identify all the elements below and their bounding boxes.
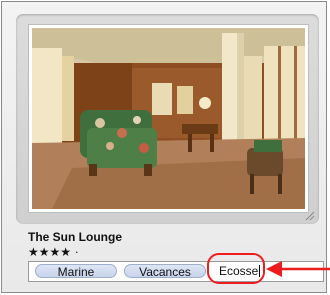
photo-well — [16, 14, 319, 224]
callout-arrow-icon — [266, 261, 330, 277]
photo-title[interactable]: The Sun Lounge — [28, 230, 122, 244]
photo-thumbnail[interactable] — [32, 28, 305, 209]
rating-stars[interactable]: ★★★★ — [28, 245, 71, 259]
photo-info-window: The Sun Lounge ★★★★ · Marine Vacances Eco… — [1, 1, 327, 293]
rating-empty-dot[interactable]: · — [75, 246, 79, 259]
photo-rating[interactable]: ★★★★ · — [28, 245, 79, 259]
resize-corner-icon[interactable] — [305, 211, 315, 221]
callout-highlight-ring — [207, 253, 265, 284]
keyword-token[interactable]: Marine — [35, 264, 117, 279]
keyword-token[interactable]: Vacances — [124, 264, 206, 279]
photo-frame — [28, 24, 309, 213]
